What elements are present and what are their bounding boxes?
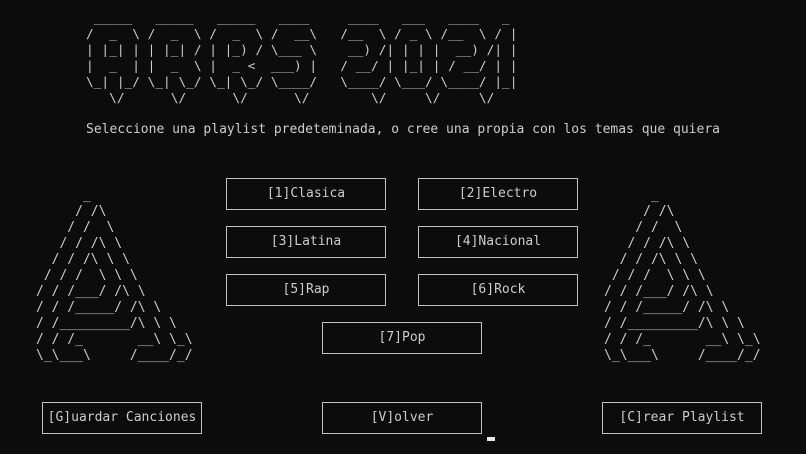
playlist-clasica-button[interactable]: [1]Clasica <box>226 178 386 210</box>
playlist-rap-button[interactable]: [5]Rap <box>226 274 386 306</box>
save-songs-button[interactable]: [G]uardar Canciones <box>42 402 202 434</box>
title-ascii-art: _____ _____ _____ ____ ____ ___ ____ _ /… <box>86 11 518 106</box>
playlist-nacional-button[interactable]: [4]Nacional <box>418 226 578 258</box>
playlist-rock-button[interactable]: [6]Rock <box>418 274 578 306</box>
create-playlist-button[interactable]: [C]rear Playlist <box>602 402 762 434</box>
instructions-text: Seleccione una playlist predeteminada, o… <box>86 122 720 137</box>
back-button[interactable]: [V]olver <box>322 402 482 434</box>
playlist-electro-button[interactable]: [2]Electro <box>418 178 578 210</box>
playlist-latina-button[interactable]: [3]Latina <box>226 226 386 258</box>
right-logo-ascii-art: _ / /\ / / \ / / /\ \ / / /\ \ \ / / / \… <box>604 188 761 363</box>
text-cursor <box>487 437 495 441</box>
left-logo-ascii-art: _ / /\ / / \ / / /\ \ / / /\ \ \ / / / \… <box>36 188 193 363</box>
playlist-pop-button[interactable]: [7]Pop <box>322 322 482 354</box>
